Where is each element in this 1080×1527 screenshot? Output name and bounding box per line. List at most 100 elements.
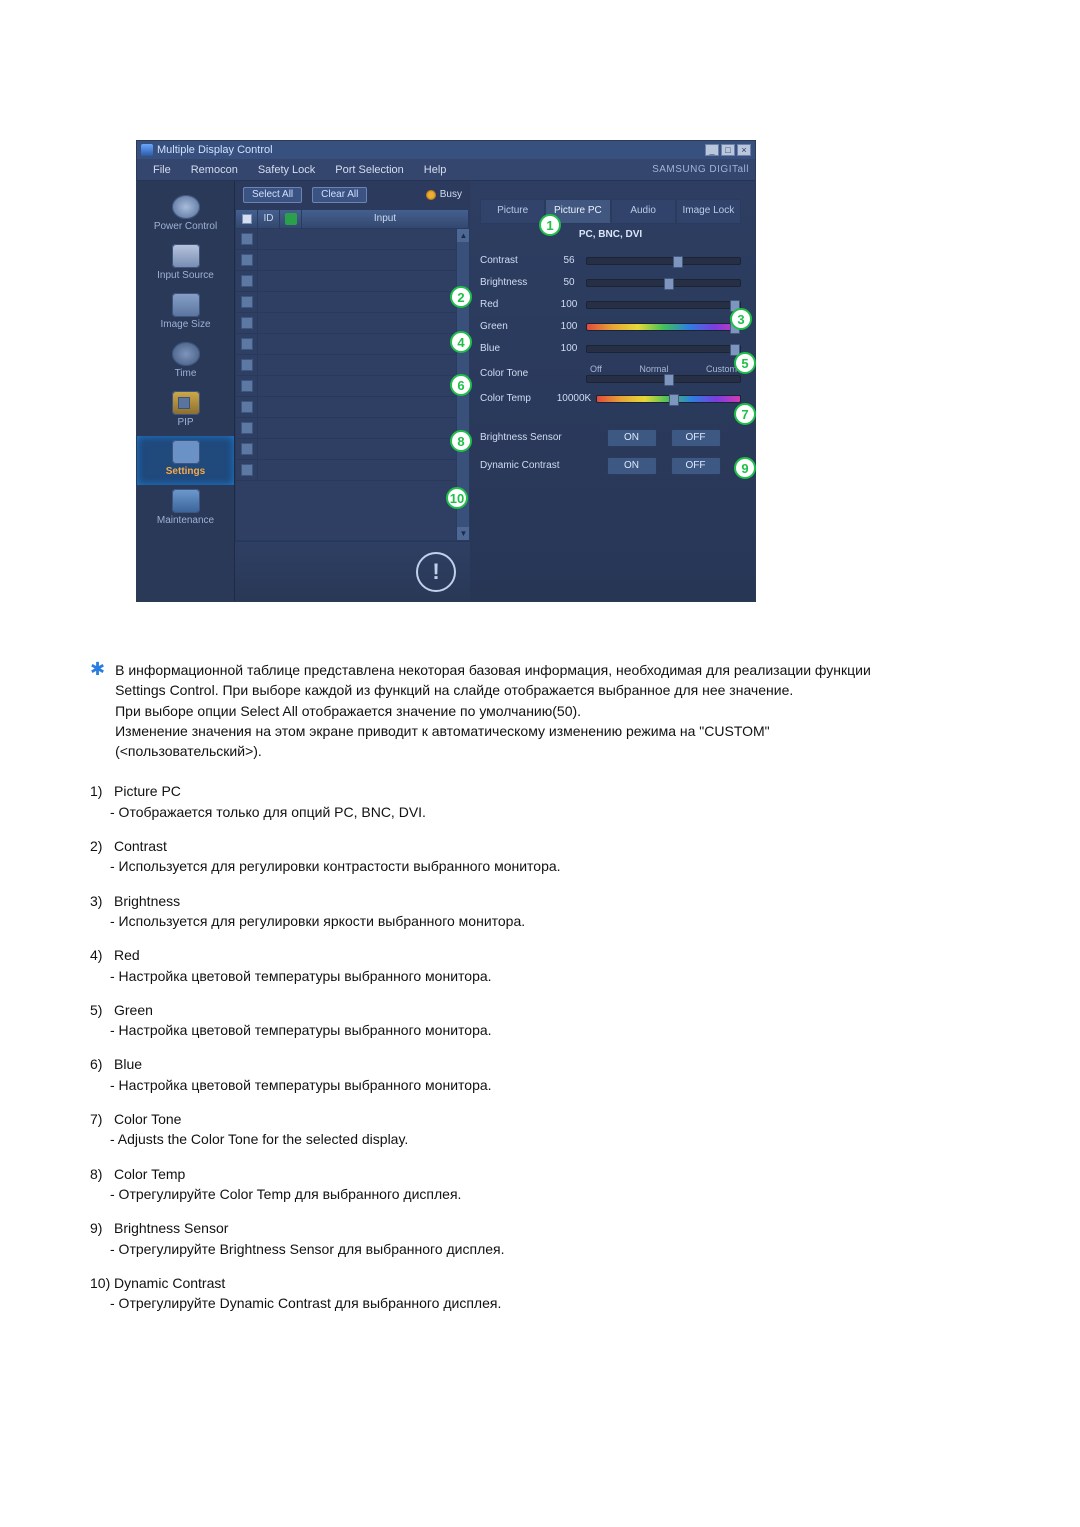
- blue-slider[interactable]: [586, 345, 741, 353]
- row-checkbox[interactable]: [241, 422, 253, 434]
- table-row[interactable]: [236, 229, 469, 250]
- table-row[interactable]: [236, 397, 469, 418]
- sidebar-item-settings[interactable]: Settings: [137, 436, 234, 485]
- settings-icon: [172, 440, 200, 464]
- scroll-down-icon[interactable]: ▼: [457, 527, 470, 540]
- callout-7: 7: [734, 403, 756, 425]
- row-checkbox[interactable]: [241, 317, 253, 329]
- sidebar-item-pip[interactable]: PIP: [137, 387, 234, 436]
- table-row[interactable]: [236, 460, 469, 481]
- image-size-icon: [172, 293, 200, 317]
- menu-help[interactable]: Help: [414, 159, 457, 181]
- brightness-label: Brightness: [480, 278, 552, 288]
- header-checkbox[interactable]: [242, 214, 252, 224]
- row-checkbox[interactable]: [241, 380, 253, 392]
- row-checkbox[interactable]: [241, 443, 253, 455]
- minimize-button[interactable]: _: [705, 144, 719, 156]
- menu-port-selection[interactable]: Port Selection: [325, 159, 413, 181]
- tab-audio[interactable]: Audio: [611, 199, 676, 223]
- app-icon: [141, 144, 153, 156]
- sidebar-item-image-size[interactable]: Image Size: [137, 289, 234, 338]
- item-number: 1): [90, 781, 114, 801]
- green-value: 100: [552, 322, 586, 332]
- contrast-value: 56: [552, 256, 586, 266]
- brightness-sensor-off-button[interactable]: OFF: [671, 429, 721, 447]
- row-checkbox[interactable]: [241, 464, 253, 476]
- item-title: Brightness: [114, 893, 180, 909]
- sidebar-item-power-control[interactable]: Power Control: [137, 191, 234, 240]
- item-desc: - Используется для регулировки контрасто…: [90, 856, 910, 876]
- maximize-button[interactable]: □: [721, 144, 735, 156]
- sidebar-item-time[interactable]: Time: [137, 338, 234, 387]
- red-slider[interactable]: [586, 301, 741, 309]
- item-number: 7): [90, 1109, 114, 1129]
- row-checkbox[interactable]: [241, 233, 253, 245]
- item-title: Green: [114, 1002, 153, 1018]
- sidebar-item-maintenance[interactable]: Maintenance: [137, 485, 234, 534]
- table-row[interactable]: [236, 439, 469, 460]
- select-all-button[interactable]: Select All: [243, 187, 302, 203]
- scroll-up-icon[interactable]: ▲: [457, 229, 470, 242]
- table-header: ID Input: [235, 209, 470, 229]
- item-desc: - Настройка цветовой температуры выбранн…: [90, 1020, 910, 1040]
- table-body: ▲ ▼: [235, 229, 470, 541]
- color-temp-value: 10000K: [552, 394, 596, 404]
- brightness-sensor-on-button[interactable]: ON: [607, 429, 657, 447]
- tab-image-lock[interactable]: Image Lock: [676, 199, 741, 223]
- table-row[interactable]: [236, 292, 469, 313]
- menu-file[interactable]: File: [143, 159, 181, 181]
- list-item: 5)Green - Настройка цветовой температуры …: [90, 1000, 910, 1041]
- dynamic-contrast-off-button[interactable]: OFF: [671, 457, 721, 475]
- table-row[interactable]: [236, 250, 469, 271]
- brightness-slider[interactable]: [586, 279, 741, 287]
- clear-all-button[interactable]: Clear All: [312, 187, 367, 203]
- input-source-icon: [172, 244, 200, 268]
- item-title: Blue: [114, 1056, 142, 1072]
- close-button[interactable]: ×: [737, 144, 751, 156]
- power-icon: [172, 195, 200, 219]
- list-item: 10)Dynamic Contrast- Отрегулируйте Dynam…: [90, 1273, 910, 1314]
- device-table-panel: Select All Clear All Busy ID Input: [235, 181, 470, 601]
- row-checkbox[interactable]: [241, 359, 253, 371]
- color-tone-slider[interactable]: [586, 375, 741, 383]
- item-title: Contrast: [114, 838, 167, 854]
- row-checkbox[interactable]: [241, 401, 253, 413]
- brightness-sensor-row: Brightness Sensor ON OFF: [480, 424, 741, 452]
- list-item: 7)Color Tone- Adjusts the Color Tone for…: [90, 1109, 910, 1150]
- table-row[interactable]: [236, 271, 469, 292]
- brightness-row: Brightness 50: [480, 272, 741, 294]
- tab-picture[interactable]: Picture: [480, 199, 545, 223]
- status-icon: [285, 213, 297, 225]
- dynamic-contrast-on-button[interactable]: ON: [607, 457, 657, 475]
- table-row[interactable]: [236, 376, 469, 397]
- contrast-slider[interactable]: [586, 257, 741, 265]
- dynamic-contrast-label: Dynamic Contrast: [480, 461, 586, 471]
- sidebar-item-input-source[interactable]: Input Source: [137, 240, 234, 289]
- callout-2: 2: [450, 286, 472, 308]
- row-checkbox[interactable]: [241, 338, 253, 350]
- callout-9: 9: [734, 457, 756, 479]
- row-checkbox[interactable]: [241, 254, 253, 266]
- row-checkbox[interactable]: [241, 275, 253, 287]
- menu-remocon[interactable]: Remocon: [181, 159, 248, 181]
- table-row[interactable]: [236, 313, 469, 334]
- color-temp-slider[interactable]: [596, 395, 741, 403]
- callout-10: 10: [446, 487, 468, 509]
- item-desc: - Настройка цветовой температуры выбранн…: [90, 1075, 910, 1095]
- red-label: Red: [480, 300, 552, 310]
- menu-safety-lock[interactable]: Safety Lock: [248, 159, 325, 181]
- item-number: 6): [90, 1054, 114, 1074]
- star-icon: ✱: [90, 660, 105, 761]
- brightness-value: 50: [552, 278, 586, 288]
- busy-indicator: Busy: [426, 190, 462, 200]
- table-row[interactable]: [236, 355, 469, 376]
- list-item: 6)Blue - Настройка цветовой температуры в…: [90, 1054, 910, 1095]
- item-desc: - Adjusts the Color Tone for the selecte…: [90, 1129, 910, 1149]
- row-checkbox[interactable]: [241, 296, 253, 308]
- titlebar: Multiple Display Control _ □ ×: [137, 141, 755, 159]
- table-row[interactable]: [236, 418, 469, 439]
- green-slider[interactable]: [586, 323, 741, 331]
- list-item: 2)Contrast- Используется для регулировки…: [90, 836, 910, 877]
- table-row[interactable]: [236, 334, 469, 355]
- item-number: 5): [90, 1000, 114, 1020]
